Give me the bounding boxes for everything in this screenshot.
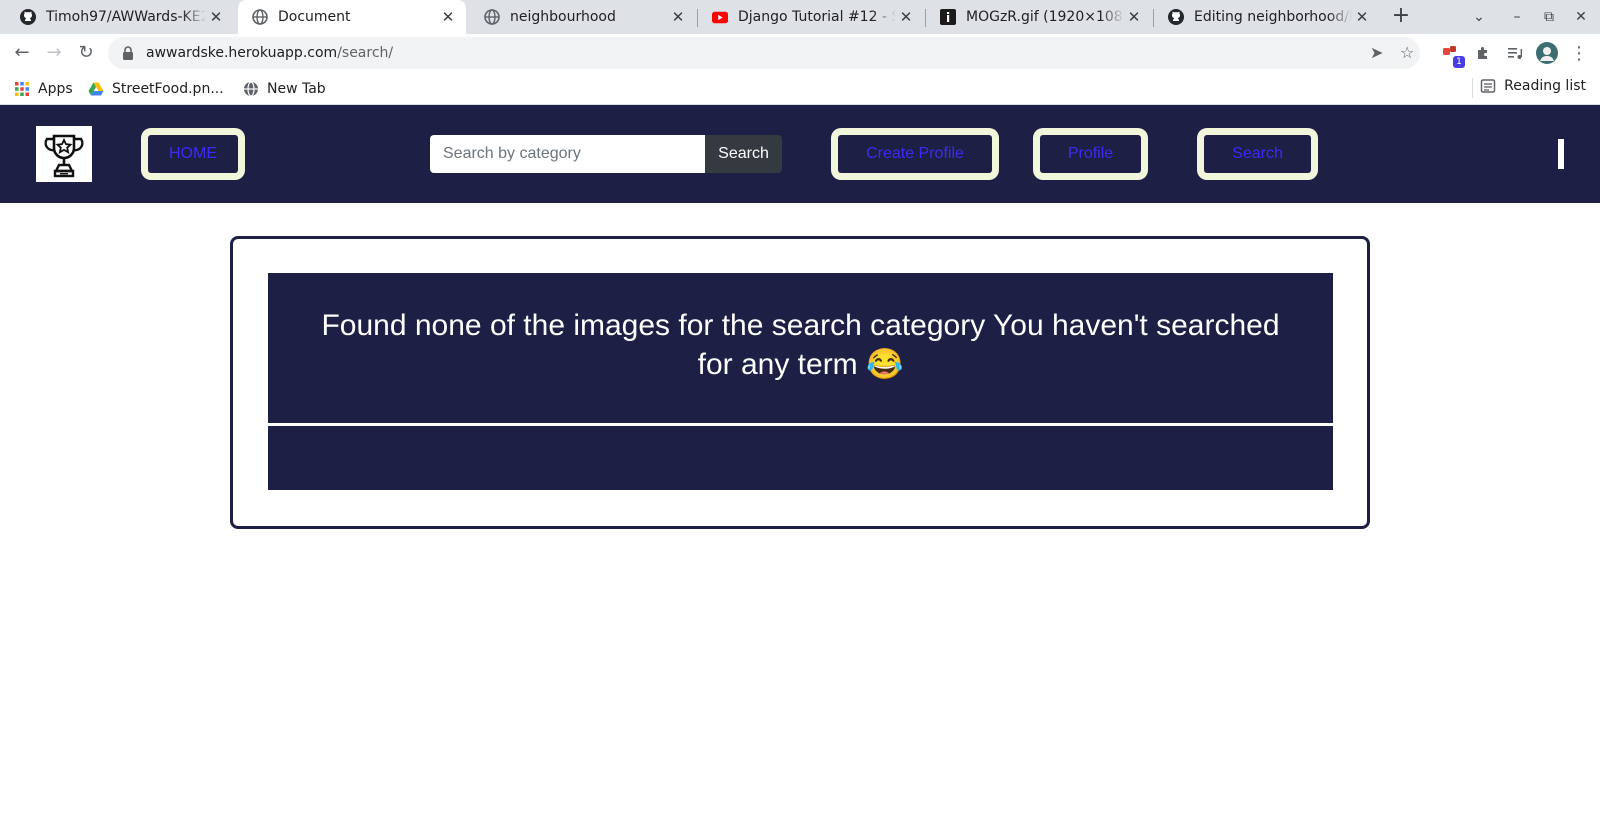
close-icon[interactable]: ✕ (896, 7, 916, 27)
github-icon (20, 9, 36, 25)
browser-toolbar: ← → ↻ awwardske.herokuapp.com/search/ ➤ … (0, 34, 1600, 72)
tab-mogzr-gif[interactable]: MOGzR.gif (1920×1080) ✕ (926, 0, 1152, 34)
tab-document[interactable]: Document ✕ (238, 0, 466, 34)
extension-badge: 1 (1453, 56, 1465, 68)
close-icon[interactable]: ✕ (206, 7, 226, 27)
bookmark-label: Apps (38, 81, 73, 97)
url-host: awwardske.herokuapp.com (146, 45, 338, 61)
create-profile-nav-box: Create Profile (831, 128, 999, 180)
tab-title: MOGzR.gif (1920×1080) (966, 9, 1124, 25)
profile-nav-box: Profile (1033, 128, 1148, 180)
tab-title: neighbourhood (510, 9, 616, 25)
create-profile-link[interactable]: Create Profile (838, 135, 992, 173)
tab-title: Timoh97/AWWards-KE2 (46, 9, 206, 25)
navbar-toggle-bar[interactable] (1558, 139, 1564, 169)
address-bar[interactable]: awwardske.herokuapp.com/search/ ➤ ☆ (108, 37, 1420, 69)
site-navbar: HOME Search Create Profile Profile Searc… (0, 105, 1600, 203)
reading-list-button[interactable]: Reading list (1480, 78, 1586, 94)
tab-editing-neighborhood[interactable]: Editing neighborhood/R ✕ (1154, 0, 1380, 34)
extension-icon[interactable]: 1 (1440, 42, 1465, 68)
close-icon[interactable]: ✕ (438, 7, 458, 27)
bookmark-apps[interactable]: Apps (14, 78, 73, 100)
github-icon (1168, 9, 1184, 25)
profile-avatar-icon[interactable] (1536, 42, 1558, 64)
close-icon[interactable]: ✕ (1124, 7, 1144, 27)
forward-arrow-icon[interactable]: → (41, 40, 67, 66)
imgur-icon (940, 9, 956, 25)
search-message-panel: Found none of the images for the search … (268, 273, 1333, 423)
results-footer-panel (268, 426, 1333, 490)
bookmark-streetfood[interactable]: StreetFood.pn... (88, 78, 224, 100)
close-icon[interactable]: ✕ (668, 7, 688, 27)
restore-icon[interactable]: ⧉ (1538, 6, 1560, 28)
globe-icon (484, 9, 500, 25)
tab-strip: Timoh97/AWWards-KE2 ✕ Document ✕ neighbo… (0, 0, 1600, 34)
puzzle-icon[interactable] (1472, 42, 1494, 64)
category-search-input[interactable] (430, 135, 705, 173)
bookmark-star-icon[interactable]: ☆ (1400, 43, 1414, 62)
tab-title: Editing neighborhood/R (1194, 9, 1352, 25)
lock-icon (122, 46, 134, 60)
bookmarks-divider (1472, 78, 1473, 98)
youtube-icon (712, 9, 728, 25)
media-control-icon[interactable] (1504, 42, 1526, 64)
minimize-icon[interactable]: – (1506, 6, 1528, 28)
search-nav-box: Search (1197, 128, 1318, 180)
bookmark-new-tab[interactable]: New Tab (243, 78, 326, 100)
trophy-logo-icon[interactable] (36, 126, 92, 182)
reading-list-label: Reading list (1504, 78, 1586, 94)
profile-link[interactable]: Profile (1040, 135, 1141, 173)
new-tab-button[interactable]: + (1389, 5, 1413, 29)
tab-django-tutorial[interactable]: Django Tutorial #12 - St ✕ (698, 0, 924, 34)
globe-icon (252, 9, 268, 25)
tab-neighbourhood[interactable]: neighbourhood ✕ (470, 0, 696, 34)
no-results-message: Found none of the images for the search … (321, 309, 1280, 381)
tab-title: Django Tutorial #12 - St (738, 9, 896, 25)
back-arrow-icon[interactable]: ← (9, 40, 35, 66)
reload-icon[interactable]: ↻ (73, 40, 99, 66)
home-link[interactable]: HOME (148, 135, 238, 173)
tab-title: Document (278, 9, 351, 25)
apps-grid-icon (14, 81, 30, 97)
menu-kebab-icon[interactable]: ⋮ (1568, 42, 1590, 64)
close-window-icon[interactable]: ✕ (1570, 6, 1592, 28)
reading-list-icon (1480, 78, 1496, 94)
bookmarks-bar: Apps StreetFood.pn... New Tab Reading li… (0, 72, 1600, 105)
search-nav-link[interactable]: Search (1204, 135, 1311, 173)
close-icon[interactable]: ✕ (1352, 7, 1372, 27)
drive-icon (88, 81, 104, 97)
search-submit-button[interactable]: Search (705, 135, 782, 173)
globe-icon (243, 81, 259, 97)
url-path: /search/ (337, 45, 394, 61)
home-nav-box: HOME (141, 128, 245, 180)
send-tab-icon[interactable]: ➤ (1370, 43, 1383, 62)
tab-search-chevron-icon[interactable]: ⌄ (1468, 6, 1490, 28)
bookmark-label: New Tab (267, 81, 326, 97)
bookmark-label: StreetFood.pn... (112, 81, 224, 97)
tab-awwards-github[interactable]: Timoh97/AWWards-KE2 ✕ (6, 0, 234, 34)
